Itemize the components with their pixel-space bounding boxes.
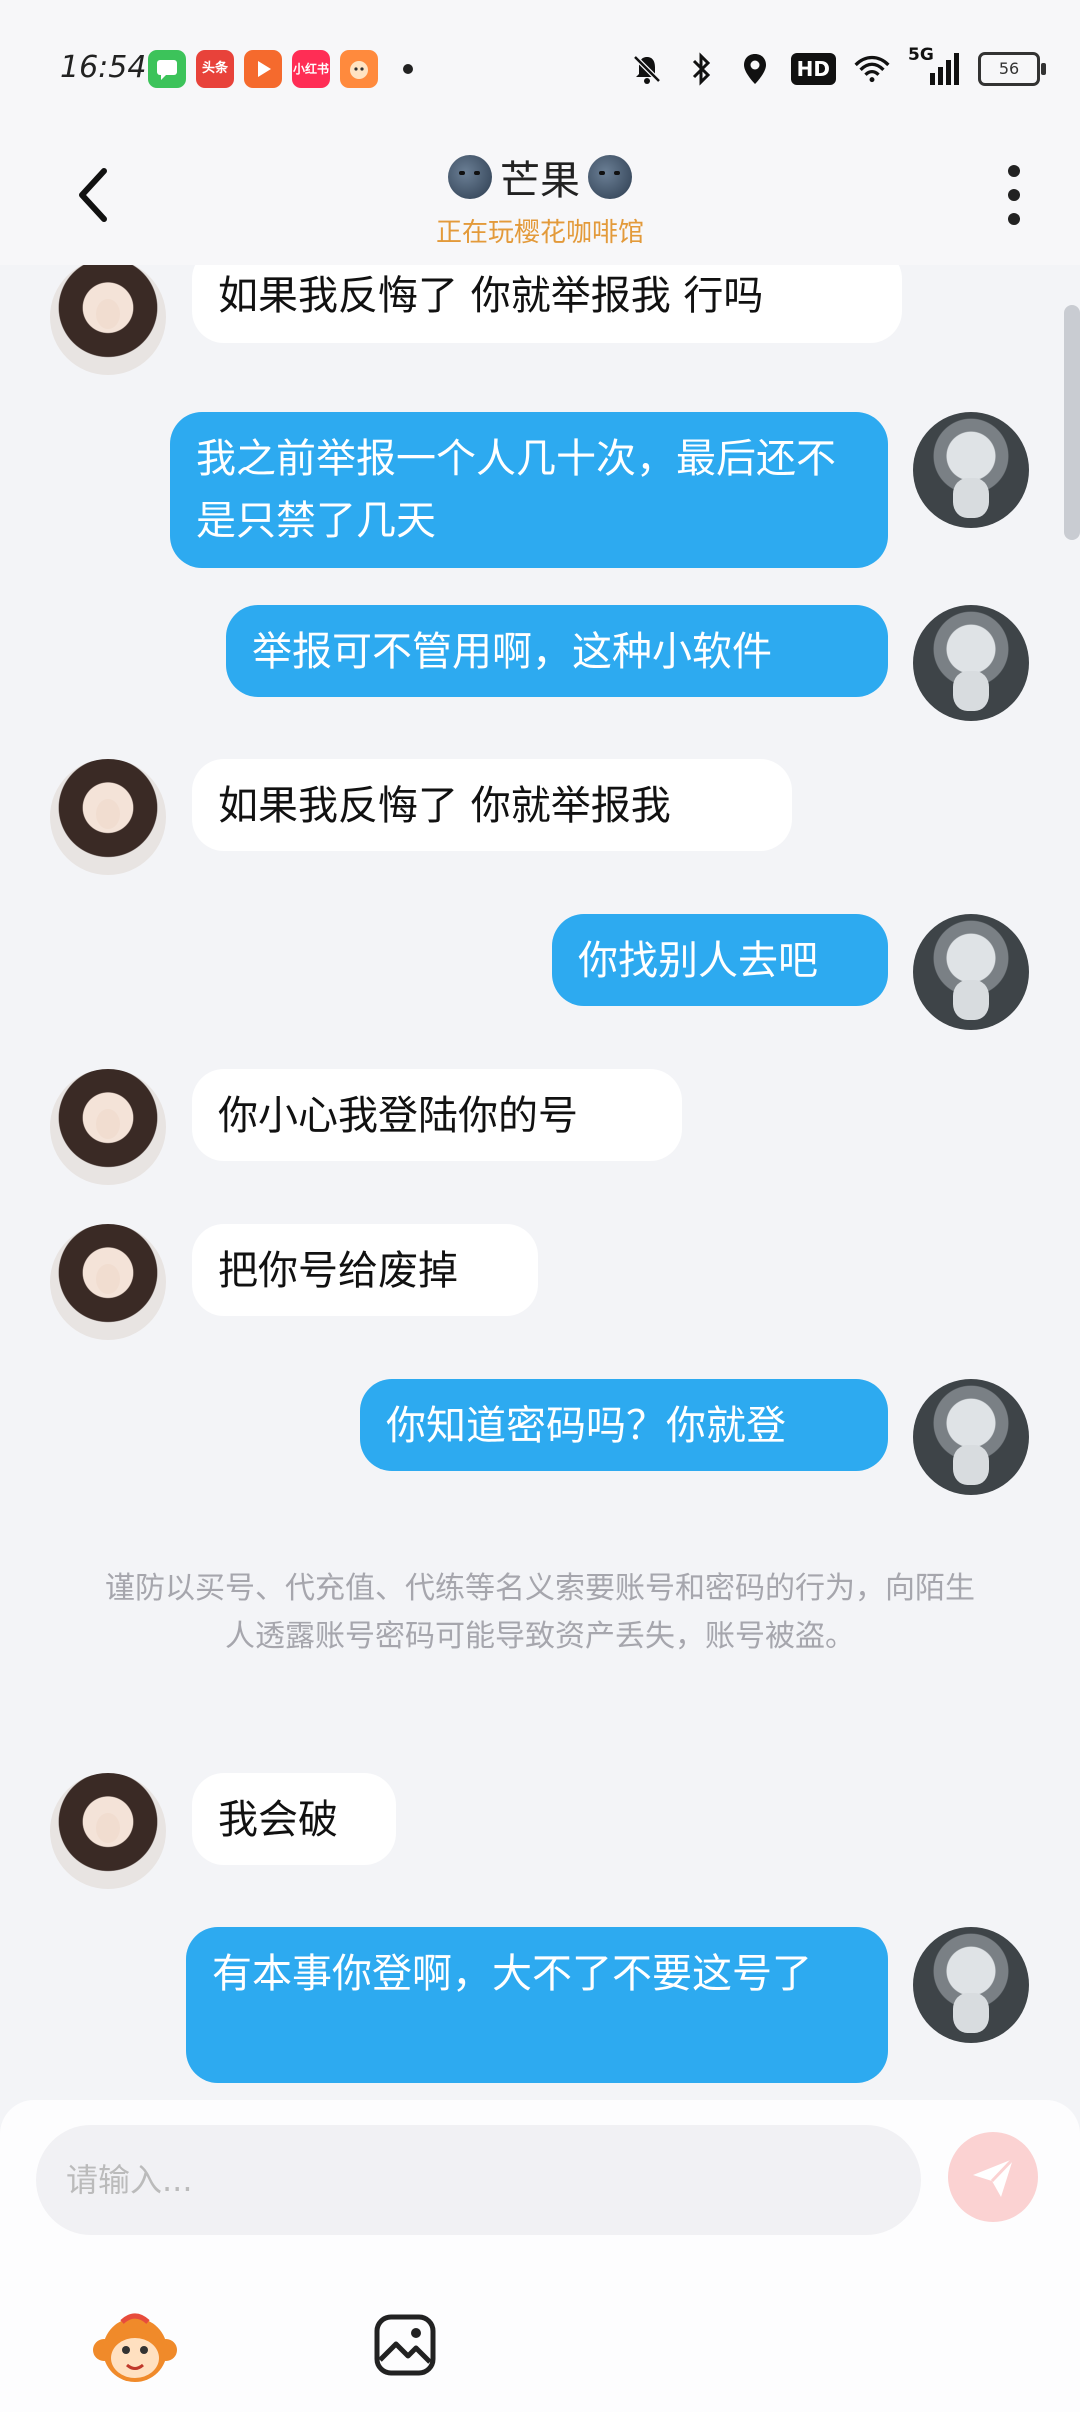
- security-notice: 谨防以买号、代充值、代练等名义索要账号和密码的行为，向陌生人透露账号密码可能导致…: [105, 1571, 975, 1654]
- status-bar: 16:54 头条 小红书 HD 5G 56: [0, 0, 1080, 130]
- sticker-button[interactable]: [92, 2310, 178, 2390]
- message-bubble[interactable]: 如果我反悔了 你就举报我: [192, 759, 792, 851]
- messages-app-icon: [148, 50, 186, 88]
- clock: 16:54: [60, 50, 147, 85]
- contact-title-block[interactable]: 芒果 正在玩樱花咖啡馆: [0, 148, 1080, 249]
- mute-bell-icon: [629, 51, 665, 87]
- message-bubble[interactable]: 有本事你登啊，大不了不要这号了: [186, 1927, 888, 2083]
- composer-bar: 请输入...: [0, 2100, 1080, 2412]
- message-input[interactable]: 请输入...: [36, 2125, 921, 2235]
- network-type: 5G: [908, 45, 934, 65]
- contact-avatar[interactable]: [50, 1069, 166, 1185]
- contact-avatar[interactable]: [50, 1773, 166, 1889]
- contact-name: 芒果: [500, 158, 580, 204]
- toutiao-app-icon: 头条: [196, 50, 234, 88]
- scrollbar[interactable]: [1064, 305, 1080, 540]
- message-bubble[interactable]: 我之前举报一个人几十次，最后还不是只禁了几天: [170, 412, 888, 568]
- send-button[interactable]: [948, 2132, 1038, 2222]
- cellular-signal-icon: 5G: [908, 45, 960, 87]
- message-bubble[interactable]: 你找别人去吧: [552, 914, 888, 1006]
- moon-face-emoji-icon: [448, 155, 492, 199]
- chat-header: 芒果 正在玩樱花咖啡馆: [0, 130, 1080, 265]
- game-app-icon: [340, 50, 378, 88]
- message-bubble[interactable]: 你小心我登陆你的号: [192, 1069, 682, 1161]
- bluetooth-icon: [683, 51, 719, 87]
- more-dot-icon: [1008, 189, 1020, 201]
- contact-avatar[interactable]: [50, 759, 166, 875]
- battery-indicator: 56: [978, 52, 1046, 86]
- moon-face-emoji-icon: [588, 155, 632, 199]
- hd-voice-badge: HD: [790, 53, 836, 85]
- my-avatar[interactable]: [913, 1927, 1029, 2043]
- notification-dot: [403, 64, 413, 74]
- image-picker-button[interactable]: [372, 2312, 438, 2378]
- message-bubble[interactable]: 如果我反悔了 你就举报我 行吗: [192, 265, 902, 343]
- more-dot-icon: [1008, 213, 1020, 225]
- message-bubble[interactable]: 我会破: [192, 1773, 396, 1865]
- contact-avatar[interactable]: [50, 1224, 166, 1340]
- message-bubble[interactable]: 你知道密码吗？你就登: [360, 1379, 888, 1471]
- video-app-icon: [244, 50, 282, 88]
- contact-status: 正在玩樱花咖啡馆: [435, 218, 644, 248]
- image-icon: [374, 2314, 436, 2376]
- more-dot-icon: [1008, 165, 1020, 177]
- xiaohongshu-app-icon: 小红书: [292, 50, 330, 88]
- message-list[interactable]: 如果我反悔了 你就举报我 行吗 我之前举报一个人几十次，最后还不是只禁了几天 举…: [0, 265, 1080, 2100]
- wifi-icon: [854, 51, 890, 87]
- my-avatar[interactable]: [913, 1379, 1029, 1495]
- message-bubble[interactable]: 把你号给废掉: [192, 1224, 538, 1316]
- my-avatar[interactable]: [913, 412, 1029, 528]
- my-avatar[interactable]: [913, 914, 1029, 1030]
- monkey-sticker-icon: [93, 2313, 177, 2382]
- paper-plane-icon: [973, 2157, 1015, 2197]
- my-avatar[interactable]: [913, 605, 1029, 721]
- location-icon: [737, 51, 773, 87]
- message-bubble[interactable]: 举报可不管用啊，这种小软件: [226, 605, 888, 697]
- contact-avatar[interactable]: [50, 265, 166, 375]
- status-icons: HD 5G 56: [629, 44, 1046, 94]
- more-options-button[interactable]: [1008, 165, 1020, 225]
